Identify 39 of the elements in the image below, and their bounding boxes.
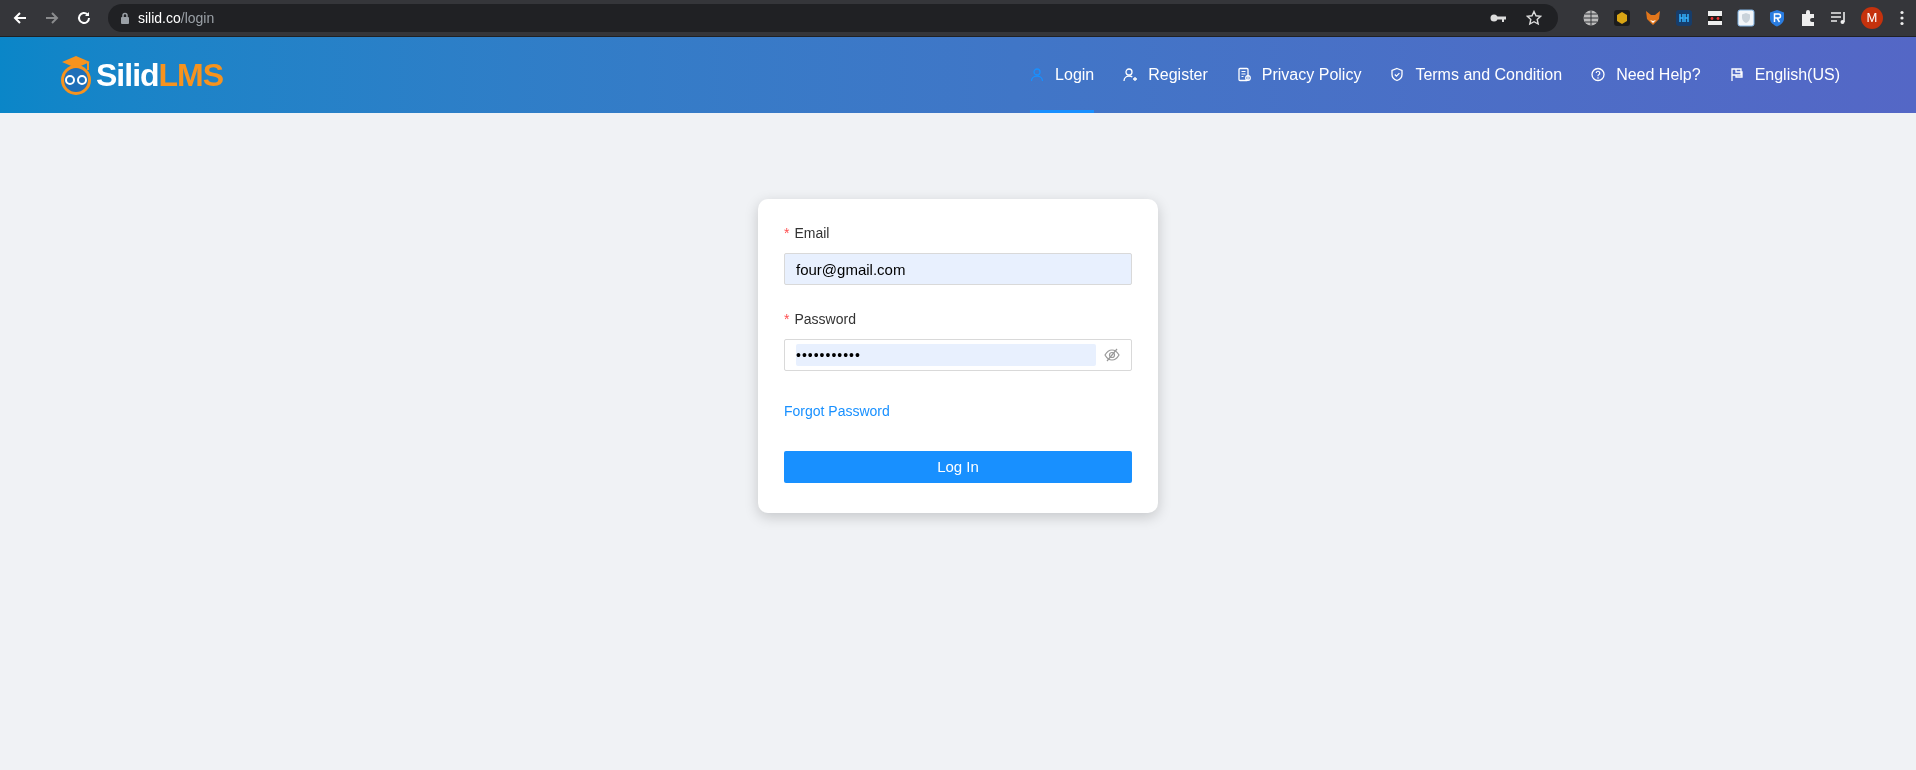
owl-mascot-icon (58, 54, 94, 96)
playlist-icon[interactable] (1830, 9, 1848, 27)
shield-icon[interactable] (1737, 9, 1755, 27)
shield-check-icon (1390, 67, 1406, 83)
forgot-password-link[interactable]: Forgot Password (784, 401, 890, 422)
user-plus-icon (1123, 67, 1139, 83)
nav-link[interactable]: Register (1123, 37, 1208, 113)
cube-icon[interactable] (1613, 9, 1631, 27)
nav-link[interactable]: Terms and Condition (1390, 37, 1563, 113)
globe-icon[interactable] (1582, 9, 1600, 27)
back-icon[interactable] (12, 10, 28, 26)
nav-link[interactable]: Privacy Policy (1236, 37, 1362, 113)
url-text: silid.co/login (138, 8, 216, 28)
logo-text: SilidLMS (96, 59, 224, 91)
help-icon (1591, 67, 1607, 83)
fox-icon[interactable] (1644, 9, 1662, 27)
profile-avatar[interactable]: M (1861, 7, 1883, 29)
field-label: * Email (784, 224, 831, 243)
flag-icon (1729, 67, 1745, 83)
reload-icon[interactable] (76, 10, 92, 26)
shield-icon[interactable] (1768, 9, 1786, 27)
star-icon[interactable] (1526, 10, 1542, 26)
login-button[interactable]: Log In (784, 451, 1132, 483)
nav-link[interactable]: Login (1030, 37, 1095, 113)
forward-icon[interactable] (44, 10, 60, 26)
key-icon[interactable] (1490, 13, 1506, 23)
password-field[interactable]: ••••••••••• (784, 339, 1132, 371)
user-icon (1030, 67, 1046, 83)
mask-icon[interactable] (1706, 9, 1724, 27)
document-icon (1236, 67, 1252, 83)
nav-link[interactable]: English(US) (1729, 37, 1840, 113)
address-bar[interactable]: silid.co/login (108, 4, 1558, 32)
more-menu-icon[interactable] (1900, 10, 1904, 26)
field-label: * Password (784, 310, 857, 329)
nav-link[interactable]: Need Help? (1591, 37, 1701, 113)
email-field[interactable]: four@gmail.com (784, 253, 1132, 285)
lock-icon (120, 12, 130, 24)
eye-slash-icon[interactable] (1104, 348, 1120, 362)
puzzle-icon[interactable] (1799, 9, 1817, 27)
